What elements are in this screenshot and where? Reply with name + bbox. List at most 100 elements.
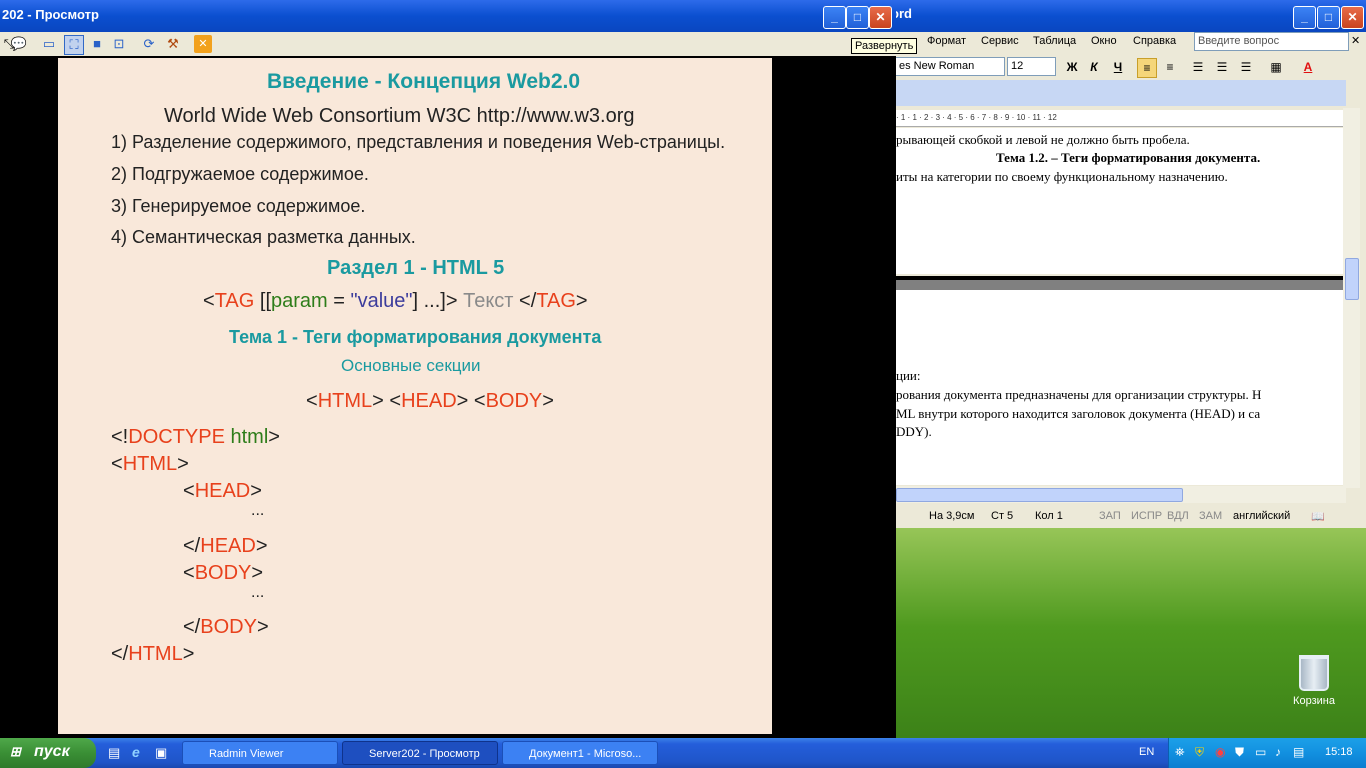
- task-radmin-viewer[interactable]: Radmin Viewer: [182, 741, 338, 765]
- status-trk[interactable]: ИСПР: [1131, 510, 1162, 522]
- chat-icon[interactable]: 💬: [10, 35, 28, 53]
- word-close-button[interactable]: ✕: [1341, 6, 1364, 29]
- code-part: <: [306, 390, 318, 412]
- code-part: <: [111, 453, 123, 475]
- doc-line: DDY).: [896, 424, 932, 439]
- ask-question-input[interactable]: Введите вопрос: [1194, 32, 1349, 51]
- media-icon[interactable]: ▣: [155, 745, 167, 761]
- tray-shield-icon[interactable]: ⛊: [1235, 745, 1244, 760]
- code-part: <: [389, 390, 402, 412]
- align-left-icon[interactable]: ≡: [1137, 58, 1157, 78]
- bold-button[interactable]: Ж: [1063, 58, 1081, 76]
- code-tag: HEAD: [200, 535, 256, 557]
- document-pane-bottom[interactable]: ции: рования документа предназначены для…: [896, 290, 1346, 485]
- viewer-maximize-button[interactable]: □: [846, 6, 869, 29]
- tray-app-icon[interactable]: ▤: [1293, 745, 1304, 759]
- tray-network-icon[interactable]: ⛯: [1175, 745, 1185, 760]
- menu-format[interactable]: Формат: [927, 35, 966, 47]
- code-part: <: [183, 562, 195, 584]
- menu-window[interactable]: Окно: [1091, 35, 1117, 47]
- menu-service[interactable]: Сервис: [981, 35, 1019, 47]
- word-minimize-button[interactable]: _: [1293, 6, 1316, 29]
- ie-icon[interactable]: e: [132, 744, 140, 760]
- fit-icon[interactable]: ⊡: [110, 35, 128, 53]
- code-part: <: [473, 390, 486, 412]
- recycle-bin[interactable]: Корзина: [1289, 655, 1339, 707]
- code-ellipsis: ...: [251, 584, 265, 601]
- viewer-window[interactable]: 202 - Просмотр _ □ ✕ ⤡ 💬 ▭ ⛶ ■ ⊡ ⟳ ⚒ ✕ В…: [0, 0, 896, 738]
- window-mode-icon[interactable]: ▭: [40, 35, 58, 53]
- code-part: >: [542, 390, 554, 412]
- windows-logo-icon: ⊞: [10, 744, 21, 759]
- indent-icon[interactable]: ☰: [1237, 58, 1255, 76]
- task-server202[interactable]: Server202 - Просмотр: [342, 741, 498, 765]
- language-indicator[interactable]: EN: [1139, 746, 1154, 758]
- italic-button[interactable]: К: [1085, 58, 1103, 76]
- tools-icon[interactable]: ⚒: [164, 35, 182, 53]
- code-tag: HEAD: [194, 480, 251, 502]
- doc-line: рывающей скобкой и левой не должно быть …: [896, 132, 1190, 147]
- code-part: <: [183, 480, 195, 502]
- start-button[interactable]: ⊞ пуск: [0, 738, 96, 768]
- viewer-titlebar[interactable]: 202 - Просмотр _ □ ✕: [0, 0, 896, 32]
- code-attr: html: [224, 426, 269, 448]
- code-part: </: [183, 535, 201, 557]
- code-tag: HTML: [128, 643, 183, 665]
- clock[interactable]: 15:18: [1325, 746, 1353, 758]
- word-window[interactable]: ord _ □ ✕ Формат Сервис Таблица Окно Спр…: [880, 0, 1366, 528]
- menu-table[interactable]: Таблица: [1033, 35, 1076, 47]
- viewer-minimize-button[interactable]: _: [823, 6, 846, 29]
- borders-icon[interactable]: ▦: [1267, 58, 1285, 76]
- syntax-tag: TAG: [214, 290, 255, 312]
- status-ext[interactable]: ВДЛ: [1167, 510, 1189, 522]
- code-tag: BODY: [200, 616, 257, 638]
- scale-icon[interactable]: ■: [88, 35, 106, 53]
- status-language: английский: [1233, 510, 1291, 522]
- viewer-title: 202 - Просмотр: [2, 7, 99, 22]
- tray-security-icon[interactable]: ⛨: [1195, 745, 1204, 760]
- document-pane-top[interactable]: рывающей скобкой и левой не должно быть …: [896, 128, 1346, 274]
- fullscreen-icon[interactable]: ⛶: [64, 35, 84, 55]
- word-titlebar[interactable]: ord _ □ ✕: [881, 0, 1366, 32]
- word-doc-close-icon[interactable]: ✕: [1351, 34, 1360, 47]
- code-head-open: <HEAD>: [183, 480, 262, 503]
- disconnect-icon[interactable]: ✕: [194, 35, 212, 53]
- code-part: >: [255, 535, 268, 557]
- refresh-icon[interactable]: ⟳: [140, 35, 158, 53]
- horizontal-scrollbar[interactable]: [896, 486, 1346, 503]
- status-column: Кол 1: [1035, 510, 1063, 522]
- slide-theme: Тема 1 - Теги форматирования документа: [229, 327, 602, 347]
- show-desktop-icon[interactable]: ▤: [108, 745, 120, 761]
- code-tag: HEAD: [401, 390, 457, 412]
- tray-monitor-icon[interactable]: ▭: [1255, 745, 1266, 759]
- status-rec[interactable]: ЗАП: [1099, 510, 1121, 522]
- font-color-icon[interactable]: A: [1299, 58, 1317, 76]
- menu-help[interactable]: Справка: [1133, 35, 1176, 47]
- task-word-document[interactable]: Документ1 - Microso...: [502, 741, 658, 765]
- code-part: <!: [111, 426, 129, 448]
- slide-section: Раздел 1 - HTML 5: [327, 257, 505, 279]
- hscroll-thumb[interactable]: [896, 488, 1183, 502]
- syntax-text: Текст: [457, 290, 520, 312]
- status-ovr[interactable]: ЗАМ: [1199, 510, 1222, 522]
- tray-volume-icon[interactable]: ♪: [1275, 745, 1281, 759]
- align-center-icon[interactable]: ≡: [1161, 58, 1179, 76]
- word-maximize-button[interactable]: □: [1317, 6, 1340, 29]
- tray-opera-icon[interactable]: ◉: [1215, 745, 1225, 759]
- font-size-select[interactable]: 12: [1007, 57, 1056, 76]
- underline-button[interactable]: Ч: [1109, 58, 1127, 76]
- code-head-close: </HEAD>: [183, 535, 268, 558]
- numbered-list-icon[interactable]: ☰: [1189, 58, 1207, 76]
- spelling-icon[interactable]: 📖: [1311, 510, 1325, 523]
- code-doctype: <!DOCTYPE html>: [111, 426, 280, 449]
- syntax-part: =: [327, 290, 351, 312]
- font-name-select[interactable]: es New Roman: [895, 57, 1005, 76]
- tag-syntax: <TAG [[param = "value"] ...]> Текст </TA…: [203, 290, 588, 313]
- scroll-thumb[interactable]: [1345, 258, 1359, 300]
- viewer-close-button[interactable]: ✕: [869, 6, 892, 29]
- bulleted-list-icon[interactable]: ☰: [1213, 58, 1231, 76]
- ruler: · 1 · 1 · 2 · 3 · 4 · 5 · 6 · 7 · 8 · 9 …: [896, 110, 1346, 127]
- slide-item: 4) Семантическая разметка данных.: [111, 227, 416, 247]
- vertical-scrollbar[interactable]: [1343, 108, 1360, 488]
- doc-line: иты на категории по своему функционально…: [896, 169, 1228, 184]
